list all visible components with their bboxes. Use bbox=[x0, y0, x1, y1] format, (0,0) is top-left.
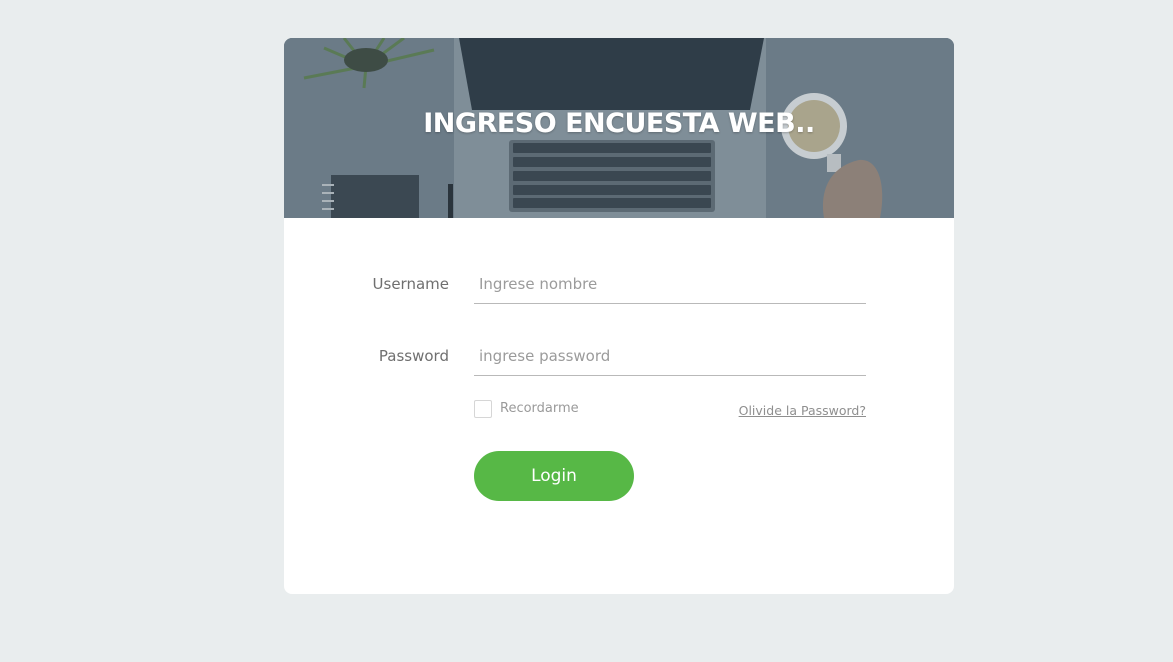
password-label: Password bbox=[378, 347, 449, 365]
username-label: Username bbox=[372, 275, 449, 293]
login-form: Username Password Recordarme Olivide la … bbox=[284, 218, 954, 594]
remember-checkbox[interactable] bbox=[474, 400, 492, 418]
page-title: INGRESO ENCUESTA WEB.. bbox=[423, 108, 815, 139]
login-button[interactable]: Login bbox=[474, 451, 634, 501]
login-card: INGRESO ENCUESTA WEB.. Username Password… bbox=[284, 38, 954, 594]
password-input[interactable] bbox=[474, 336, 866, 376]
header-banner: INGRESO ENCUESTA WEB.. bbox=[284, 38, 954, 218]
forgot-password-link[interactable]: Olivide la Password? bbox=[739, 403, 866, 418]
remember-label[interactable]: Recordarme bbox=[500, 401, 579, 416]
username-input[interactable] bbox=[474, 264, 866, 304]
